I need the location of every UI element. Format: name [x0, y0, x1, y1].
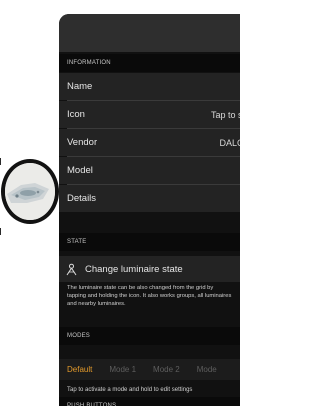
section-header-modes: MODES — [59, 327, 240, 345]
change-luminaire-state-button[interactable]: Change luminaire state — [59, 256, 240, 282]
panel-top-bar — [59, 14, 240, 52]
mode-tab-1[interactable]: Mode 1 — [109, 365, 136, 374]
change-luminaire-state-label: Change luminaire state — [85, 263, 183, 275]
info-row-label: Vendor — [67, 137, 98, 148]
info-row-vendor[interactable]: Vendor DALCN — [59, 129, 240, 156]
edge-tick-bottom — [0, 228, 1, 235]
info-row-label: Name — [67, 81, 93, 92]
state-help-text: The luminaire state can be also changed … — [59, 284, 240, 310]
modes-help-text: Tap to activate a mode and hold to edit … — [59, 386, 240, 396]
zoom-magnifier — [1, 159, 59, 224]
info-row-label: Icon — [67, 109, 85, 120]
info-row-label: Model — [67, 165, 93, 176]
info-row-model[interactable]: Model — [59, 157, 240, 184]
magnified-device-photo — [5, 163, 55, 220]
info-row-details[interactable]: Details — [59, 185, 240, 212]
mode-tab-3[interactable]: Mode — [197, 365, 217, 374]
info-row-name[interactable]: Name — [59, 73, 240, 100]
info-row-icon[interactable]: Icon Tap to set — [59, 101, 240, 128]
luminaire-details-panel: INFORMATION Name Icon Tap to set Vendor … — [59, 14, 240, 406]
section-header-state: STATE — [59, 233, 240, 251]
section-header-information: INFORMATION — [59, 54, 240, 72]
mode-tab-default[interactable]: Default — [67, 365, 92, 374]
mode-tab-2[interactable]: Mode 2 — [153, 365, 180, 374]
info-row-value: DALCN — [219, 137, 240, 148]
edge-tick-top — [0, 158, 1, 165]
modes-selector: Default Mode 1 Mode 2 Mode — [59, 359, 240, 380]
info-row-value: Tap to set — [210, 109, 240, 120]
luminaire-icon — [66, 263, 77, 275]
section-header-push-buttons: PUSH BUTTONS — [59, 397, 240, 406]
info-row-label: Details — [67, 193, 97, 204]
